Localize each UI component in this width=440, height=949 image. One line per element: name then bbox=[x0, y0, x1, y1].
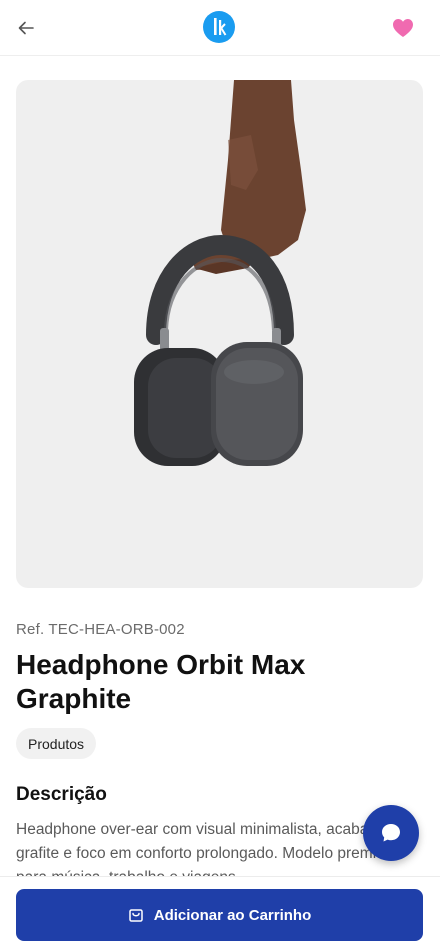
favorite-button[interactable] bbox=[388, 13, 418, 43]
top-bar bbox=[0, 0, 440, 56]
heart-icon bbox=[393, 19, 413, 37]
product-title: Headphone Orbit Max Graphite bbox=[16, 649, 306, 714]
brand-logo[interactable] bbox=[203, 11, 235, 43]
shopping-bag-icon bbox=[128, 909, 143, 922]
headphone-illustration bbox=[134, 80, 306, 466]
category-chip[interactable]: Produtos bbox=[16, 728, 97, 759]
bottom-action-bar: Adicionar ao Carrinho bbox=[0, 876, 440, 949]
chat-button[interactable] bbox=[363, 805, 419, 861]
back-button[interactable] bbox=[12, 14, 40, 42]
product-reference: Ref. TEC-HEA-ORB-002 bbox=[16, 621, 185, 638]
product-image bbox=[16, 80, 423, 588]
add-to-cart-button[interactable]: Adicionar ao Carrinho bbox=[16, 889, 423, 941]
arrow-left-icon bbox=[18, 21, 34, 35]
logo-mark-icon bbox=[214, 18, 227, 36]
add-to-cart-label: Adicionar ao Carrinho bbox=[153, 906, 312, 924]
chat-bubble-icon bbox=[382, 824, 400, 842]
description-heading: Descrição bbox=[16, 784, 107, 805]
